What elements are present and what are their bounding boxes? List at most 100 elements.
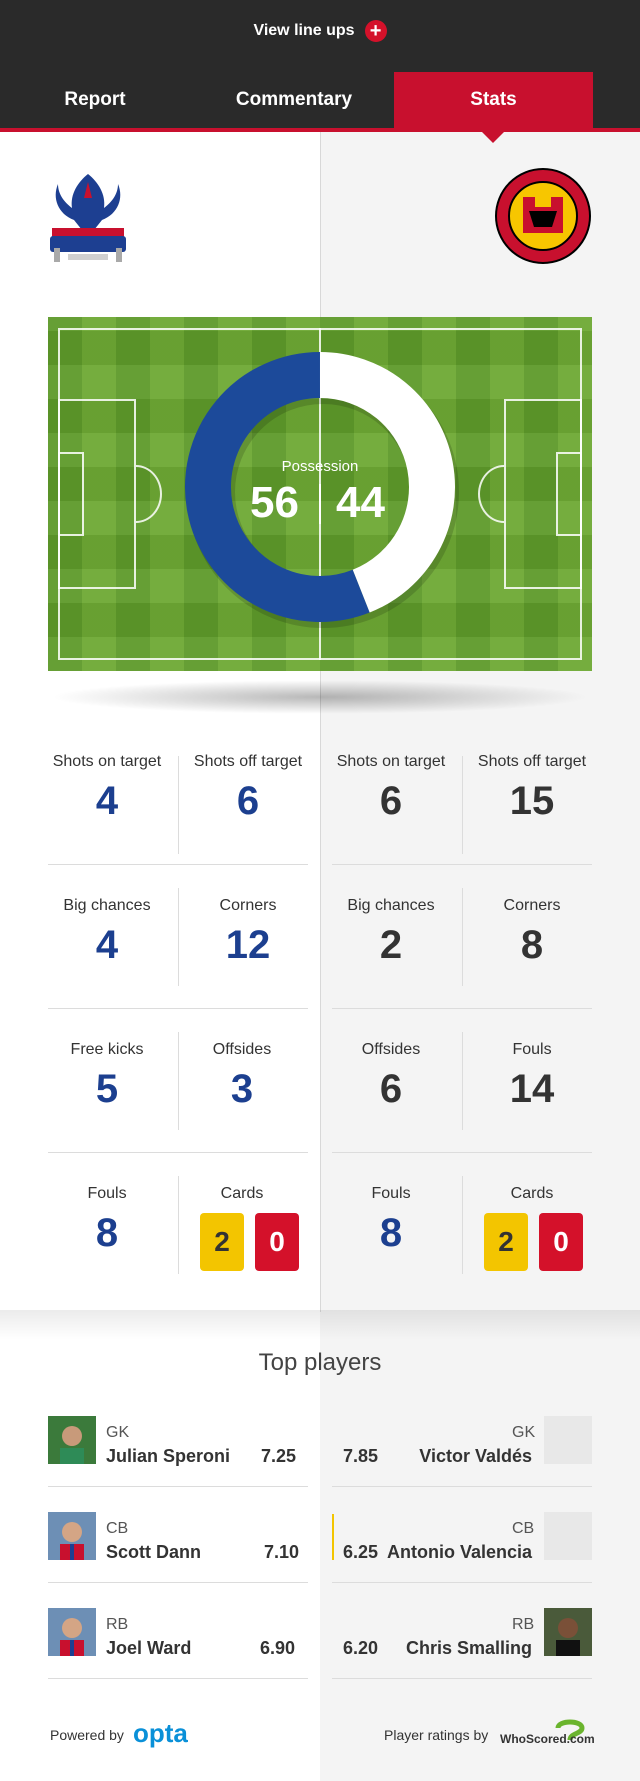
stat-value: 6 (379, 779, 403, 823)
highlight-marker (332, 1514, 334, 1560)
home-free-kicks: Free kicks 5 (37, 1040, 177, 1112)
possession-label: Possession (281, 458, 359, 475)
stat-label: Corners (503, 897, 561, 914)
player-photo-scott-dann (48, 1512, 96, 1560)
player-photo-julian-speroni (48, 1416, 96, 1464)
view-line-ups-label: View line ups (253, 22, 355, 39)
player-position: CB (512, 1520, 535, 1537)
divider (462, 756, 463, 854)
tab-report-label: Report (64, 89, 126, 110)
stat-label: Cards (220, 1185, 264, 1202)
away-shots-on-target: Shots on target 6 (321, 752, 461, 824)
stat-label: Fouls (87, 1185, 127, 1202)
player-position: CB (106, 1520, 129, 1537)
divider (332, 864, 592, 865)
stat-value: 15 (509, 779, 555, 823)
stat-label: Shots off target (193, 753, 303, 770)
player-name[interactable]: Joel Ward (106, 1638, 191, 1659)
away-big-chances: Big chances 2 (321, 896, 461, 968)
stat-label: Fouls (371, 1185, 411, 1202)
away-corners: Corners 8 (462, 896, 602, 968)
whoscored-text: WhoScored.com (500, 1732, 595, 1746)
stat-value: 12 (225, 923, 271, 967)
player-position: RB (106, 1616, 129, 1633)
player-name[interactable]: Victor Valdés (419, 1446, 532, 1467)
away-fouls-second: Fouls 8 (321, 1184, 461, 1256)
divider (48, 1582, 308, 1583)
player-rating: 7.10 (264, 1542, 300, 1562)
divider (332, 1152, 592, 1153)
home-shots-on-target: Shots on target 4 (37, 752, 177, 824)
away-shots-off-target: Shots off target 15 (462, 752, 602, 824)
stat-value: 14 (509, 1067, 555, 1111)
home-red-card-count: 0 (255, 1213, 299, 1271)
pitch-shadow (50, 680, 590, 714)
powered-by-label: Powered by (50, 1727, 124, 1743)
player-name[interactable]: Antonio Valencia (387, 1542, 532, 1563)
view-line-ups-button[interactable]: View line ups + (0, 0, 640, 62)
section-shadow (0, 1310, 640, 1340)
divider (178, 1176, 179, 1274)
possession-away-value: 44 (336, 478, 385, 527)
player-rating: 7.25 (261, 1446, 297, 1466)
home-big-chances: Big chances 4 (37, 896, 177, 968)
home-cards: Cards (172, 1184, 312, 1204)
plus-icon: + (364, 20, 387, 42)
stat-value: 8 (379, 1211, 403, 1255)
divider (48, 1678, 308, 1679)
player-position: RB (512, 1616, 535, 1633)
possession-divider (319, 484, 321, 524)
player-photo-placeholder (544, 1416, 592, 1464)
active-tab-pointer-icon (481, 131, 505, 143)
divider (462, 1032, 463, 1130)
divider (48, 1152, 308, 1153)
player-rating: 6.25 (343, 1542, 379, 1562)
tab-commentary-label: Commentary (235, 89, 353, 110)
away-offsides: Offsides 6 (321, 1040, 461, 1112)
divider (178, 1032, 179, 1130)
divider (178, 756, 179, 854)
stat-label: Shots on target (52, 753, 162, 770)
stat-label: Offsides (212, 1041, 272, 1058)
stat-value: 2 (379, 923, 403, 967)
player-name[interactable]: Julian Speroni (106, 1446, 230, 1467)
away-fouls: Fouls 14 (462, 1040, 602, 1112)
stat-value: 6 (379, 1067, 403, 1111)
stat-label: Big chances (347, 897, 435, 914)
tab-report[interactable]: Report (0, 72, 190, 128)
stat-label: Free kicks (70, 1041, 144, 1058)
stat-value: 8 (520, 923, 544, 967)
possession-home-value: 56 (250, 478, 299, 527)
player-position: GK (512, 1424, 536, 1441)
manchester-united-crest-icon (495, 168, 591, 264)
divider (332, 1582, 592, 1583)
stat-label: Corners (219, 897, 277, 914)
home-offsides: Offsides 3 (172, 1040, 312, 1112)
divider (48, 864, 308, 865)
tab-commentary[interactable]: Commentary (194, 72, 394, 128)
stat-value: 8 (95, 1211, 119, 1255)
stat-value: 3 (230, 1067, 254, 1111)
player-photo-placeholder (544, 1512, 592, 1560)
player-photo-joel-ward (48, 1608, 96, 1656)
stat-label: Cards (510, 1185, 554, 1202)
player-rating: 7.85 (343, 1446, 379, 1466)
stat-value: 6 (236, 779, 260, 823)
crystal-palace-crest-icon (50, 174, 126, 262)
whoscored-logo[interactable]: WhoScored.com (500, 1719, 595, 1752)
player-name[interactable]: Scott Dann (106, 1542, 201, 1563)
stat-value: 4 (95, 923, 119, 967)
divider (48, 1486, 308, 1487)
player-name[interactable]: Chris Smalling (406, 1638, 532, 1659)
stat-label: Big chances (63, 897, 151, 914)
tab-stats[interactable]: Stats (394, 72, 593, 128)
divider (462, 1176, 463, 1274)
away-cards: Cards (462, 1184, 602, 1204)
player-photo-chris-smalling (544, 1608, 592, 1656)
opta-logo[interactable]: opta (133, 1718, 188, 1749)
player-ratings-by-label: Player ratings by (384, 1727, 489, 1743)
tab-stats-label: Stats (470, 89, 517, 110)
stat-label: Offsides (361, 1041, 421, 1058)
stat-label: Shots on target (336, 753, 446, 770)
divider (332, 1486, 592, 1487)
